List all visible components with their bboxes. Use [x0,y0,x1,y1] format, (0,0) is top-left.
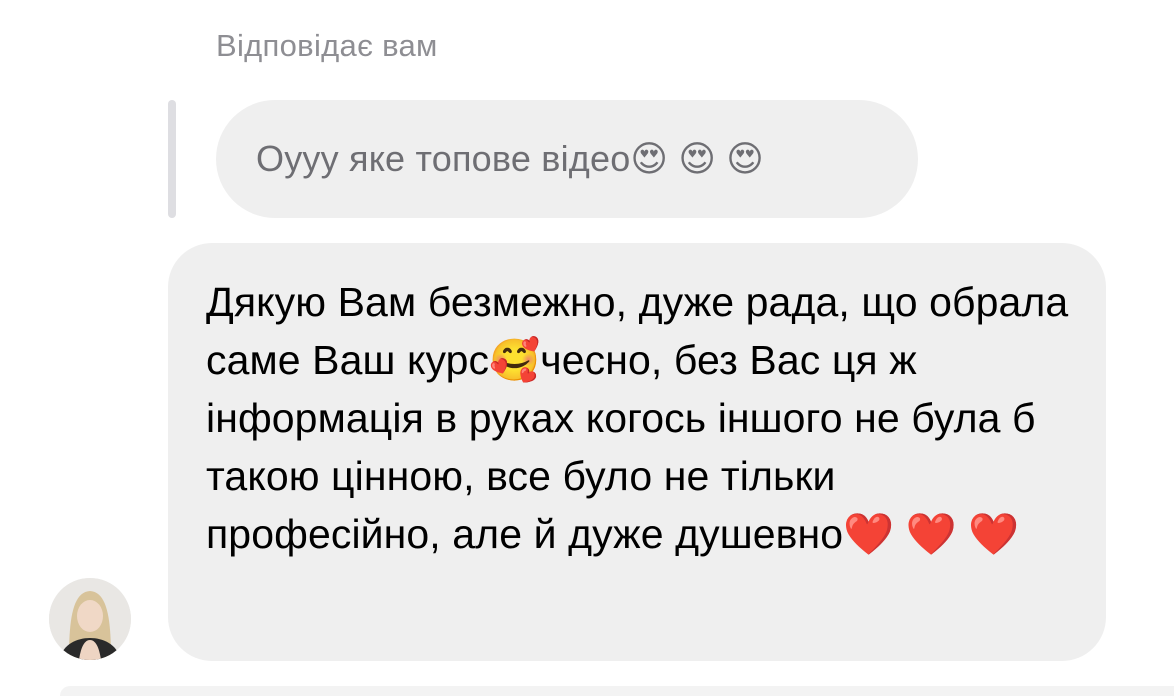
user-avatar-icon [49,578,131,660]
message-text: Дякую Вам безмежно, дуже рада, що обрала… [206,279,1069,557]
quoted-message-text: Оууу яке топове відео😍 😍 😍 [256,138,765,179]
next-message-edge [60,686,1174,696]
sender-avatar[interactable] [49,578,131,660]
message-bubble[interactable]: Дякую Вам безмежно, дуже рада, що обрала… [168,243,1106,661]
quoted-message-bubble[interactable]: Оууу яке топове відео😍 😍 😍 [216,100,918,218]
quote-indicator-bar [168,100,176,218]
reply-context-label: Відповідає вам [216,28,438,63]
